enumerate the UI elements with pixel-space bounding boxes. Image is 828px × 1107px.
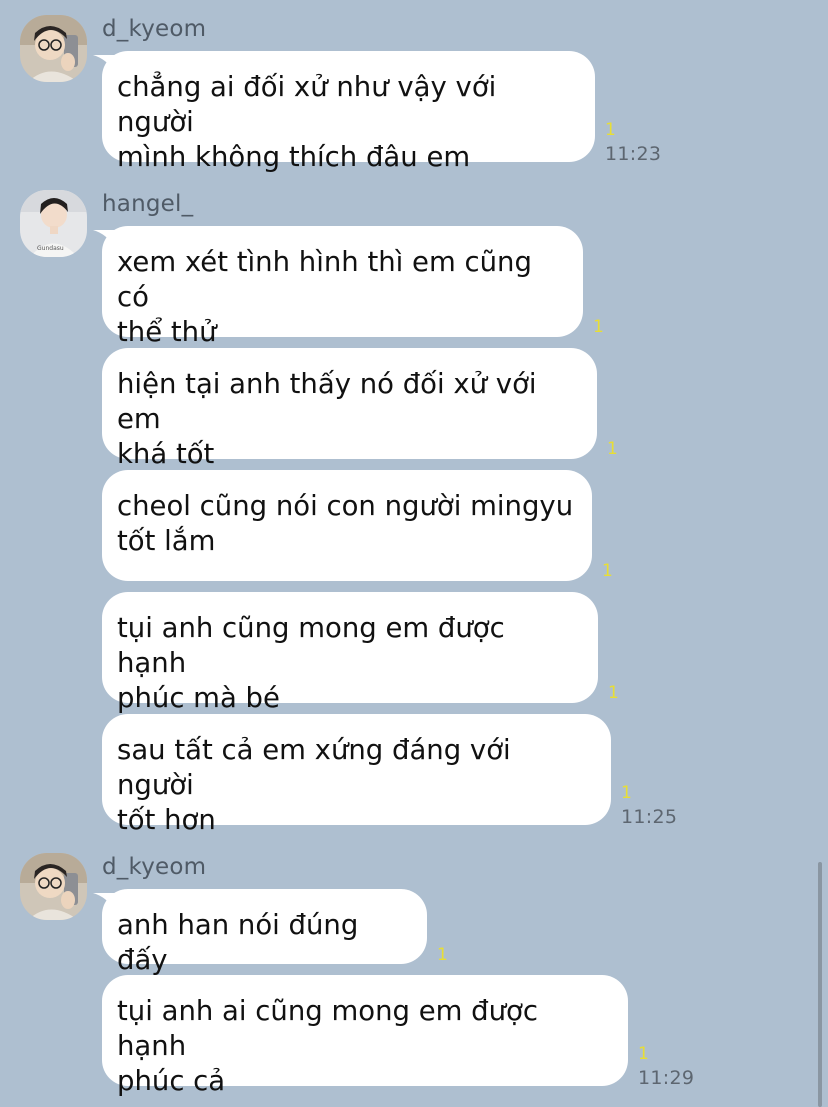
read-count: 1 <box>621 783 632 803</box>
sender-name: d_kyeom <box>102 854 207 880</box>
chat-view[interactable]: d_kyeom chẳng ai đối xử như vậy với ngườ… <box>0 0 828 1107</box>
message-time: 11:23 <box>605 143 662 165</box>
read-count: 1 <box>605 120 616 140</box>
read-count: 1 <box>437 945 448 965</box>
message-bubble: sau tất cả em xứng đáng với người tốt hơ… <box>102 714 611 836</box>
avatar-hangel[interactable]: Gundasu <box>20 190 87 257</box>
read-count: 1 <box>602 561 613 581</box>
message-time: 11:29 <box>638 1067 695 1089</box>
message-bubble: hiện tại anh thấy nó đối xử với em khá t… <box>102 348 597 470</box>
svg-text:Gundasu: Gundasu <box>37 245 64 252</box>
message-bubble: cheol cũng nói con người mingyu tốt lắm <box>102 470 592 581</box>
message-bubble: anh han nói đúng đấy <box>102 889 427 976</box>
message-time: 11:25 <box>621 806 678 828</box>
message-bubble: tụi anh cũng mong em được hạnh phúc mà b… <box>102 592 598 714</box>
message-bubble: tụi anh ai cũng mong em được hạnh phúc c… <box>102 975 628 1097</box>
scrollbar[interactable] <box>818 862 822 1107</box>
sender-name: hangel_ <box>102 191 194 217</box>
avatar-d-kyeom[interactable] <box>20 15 87 82</box>
read-count: 1 <box>593 317 604 337</box>
message-bubble: xem xét tình hình thì em cũng có thể thử <box>102 226 583 348</box>
read-count: 1 <box>638 1044 649 1064</box>
read-count: 1 <box>608 683 619 703</box>
read-count: 1 <box>607 439 618 459</box>
sender-name: d_kyeom <box>102 16 207 42</box>
avatar-d-kyeom[interactable] <box>20 853 87 920</box>
message-bubble: chẳng ai đối xử như vậy với người mình k… <box>102 51 595 173</box>
